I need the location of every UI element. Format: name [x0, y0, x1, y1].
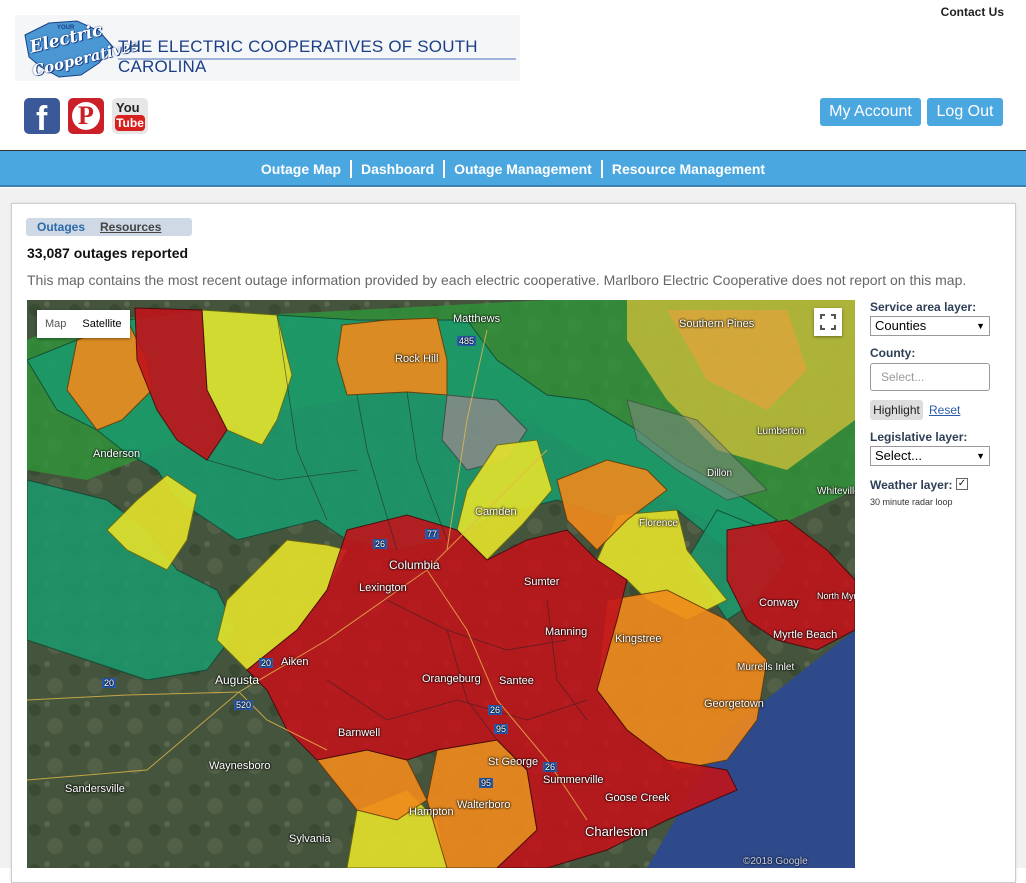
highway-shield-26-north: 26: [373, 539, 388, 549]
map-label-barnwell: Barnwell: [338, 727, 381, 739]
contact-us-link[interactable]: Contact Us: [941, 5, 1004, 19]
my-account-button[interactable]: My Account: [820, 98, 921, 126]
legislative-label: Legislative layer:: [870, 430, 968, 444]
map-label-santee: Santee: [499, 675, 534, 687]
map-label-florence: Florence: [639, 518, 678, 529]
map-label-rock-hill: Rock Hill: [395, 353, 439, 365]
map-label-goose-creek: Goose Creek: [605, 792, 670, 804]
service-area-value: Counties: [875, 318, 927, 333]
site-header: YOUR Electric Cooperatives THE ELECTRIC …: [0, 0, 1026, 150]
service-area-select[interactable]: Counties ▼: [870, 316, 990, 336]
nav-outage-map[interactable]: Outage Map: [252, 160, 350, 178]
highway-shield-95: 95: [494, 724, 509, 734]
county-label: County:: [870, 346, 916, 360]
map-canvas: [27, 300, 855, 868]
map-label-southern-pines: Southern Pines: [679, 318, 755, 330]
logo-underline: [118, 58, 516, 60]
reset-link[interactable]: Reset: [929, 403, 960, 417]
map-label-charleston: Charleston: [585, 824, 648, 839]
map-label-conway: Conway: [759, 597, 799, 609]
map-label-sylvania: Sylvania: [289, 833, 331, 845]
map-type-control: Map Satellite: [37, 310, 130, 338]
map-label-kingstree: Kingstree: [615, 633, 662, 645]
map-label-lexington: Lexington: [359, 582, 407, 594]
site-logo[interactable]: YOUR Electric Cooperatives THE ELECTRIC …: [15, 15, 520, 81]
map-label-aiken: Aiken: [281, 656, 309, 668]
map-label-sumter: Sumter: [524, 576, 560, 588]
outage-map[interactable]: Matthews Rock Hill Southern Pines Anders…: [27, 300, 855, 868]
tab-resources[interactable]: Resources: [100, 220, 161, 234]
map-label-lumberton: Lumberton: [757, 426, 805, 437]
highlight-button[interactable]: Highlight: [870, 400, 923, 420]
highway-shield-520: 520: [234, 700, 254, 710]
dropdown-arrow-icon: ▼: [976, 451, 985, 461]
content-tabs: Outages Resources: [26, 218, 192, 236]
logo-title: THE ELECTRIC COOPERATIVES OF SOUTH CAROL…: [118, 37, 478, 76]
map-label-myrtle-beach: Myrtle Beach: [773, 629, 838, 641]
highway-shield-20-west: 20: [102, 678, 117, 688]
map-label-matthews: Matthews: [453, 313, 501, 325]
dropdown-arrow-icon: ▼: [976, 321, 985, 331]
map-label-waynesboro: Waynesboro: [209, 760, 271, 772]
map-label-north-myrtle-beach: North Myrtle Beach: [817, 591, 855, 601]
map-label-summerville: Summerville: [543, 774, 604, 786]
map-attribution: ©2018 Google: [743, 856, 808, 867]
map-label-st-george: St George: [488, 756, 539, 768]
map-label-sandersville: Sandersville: [65, 783, 125, 795]
logo-badge: YOUR Electric Cooperatives: [19, 17, 140, 80]
nav-dashboard[interactable]: Dashboard: [350, 159, 443, 178]
county-input[interactable]: Select...: [870, 363, 990, 391]
legislative-value: Select...: [875, 448, 922, 463]
map-label-camden: Camden: [475, 506, 517, 518]
map-type-satellite-button[interactable]: Satellite: [74, 310, 129, 338]
map-description: This map contains the most recent outage…: [27, 272, 967, 288]
pinterest-icon[interactable]: P: [68, 98, 104, 134]
weather-checkbox[interactable]: ✓: [956, 478, 968, 490]
facebook-glyph: f: [36, 100, 48, 138]
highway-shield-20-east: 20: [259, 658, 274, 668]
log-out-button[interactable]: Log Out: [927, 98, 1003, 126]
map-label-whiteville: Whiteville: [817, 486, 855, 497]
service-area-label: Service area layer:: [870, 300, 977, 314]
map-label-columbia: Columbia: [389, 558, 440, 572]
youtube-you-text: You: [116, 100, 140, 115]
main-nav: Outage Map Dashboard Outage Management R…: [0, 150, 1026, 187]
highway-shield-485: 485: [457, 336, 477, 346]
weather-label: Weather layer:: [870, 478, 953, 492]
highway-shield-26-coast: 26: [543, 762, 558, 772]
map-label-orangeburg: Orangeburg: [422, 673, 481, 685]
map-label-anderson: Anderson: [93, 448, 141, 460]
fullscreen-button[interactable]: [814, 308, 842, 336]
nav-resource-management[interactable]: Resource Management: [600, 159, 774, 178]
map-label-walterboro: Walterboro: [457, 799, 511, 811]
legislative-select[interactable]: Select... ▼: [870, 446, 990, 466]
map-label-dillon: Dillon: [707, 468, 733, 479]
map-label-hampton: Hampton: [409, 806, 454, 818]
map-label-murrells-inlet: Murrells Inlet: [737, 662, 795, 673]
nav-outage-management[interactable]: Outage Management: [443, 159, 601, 178]
outage-count: 33,087 outages reported: [27, 245, 189, 261]
map-type-map-button[interactable]: Map: [37, 310, 74, 338]
radar-note: 30 minute radar loop: [870, 497, 953, 507]
pinterest-glyph: P: [78, 101, 94, 130]
youtube-icon[interactable]: You Tube: [112, 98, 148, 134]
map-label-augusta: Augusta: [215, 673, 260, 687]
highway-shield-26-south: 26: [488, 705, 503, 715]
map-label-georgetown: Georgetown: [704, 698, 764, 710]
youtube-tube-text: Tube: [115, 115, 145, 131]
highway-shield-77: 77: [425, 529, 440, 539]
highway-shield-95-south: 95: [479, 778, 494, 788]
fullscreen-icon: [820, 314, 836, 330]
map-label-manning: Manning: [545, 626, 588, 638]
facebook-icon[interactable]: f: [24, 98, 60, 138]
tab-outages[interactable]: Outages: [37, 220, 85, 234]
